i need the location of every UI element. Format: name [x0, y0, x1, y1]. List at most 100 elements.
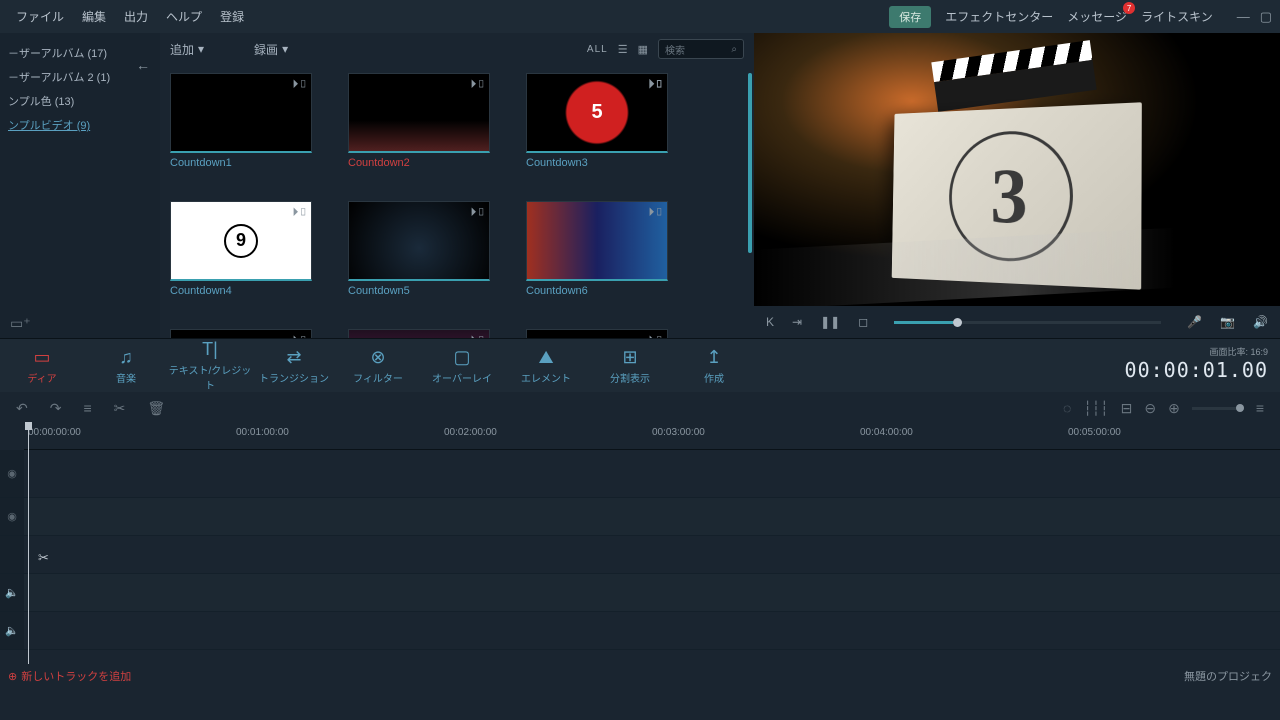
mixer-icon[interactable]: ┆┆┆	[1083, 400, 1108, 417]
stop-icon[interactable]: ◻	[858, 315, 868, 329]
media-label: Countdown2	[348, 157, 522, 169]
delete-icon[interactable]: 🗑	[147, 400, 165, 417]
sidebar-item-samplecolor[interactable]: ンプル色 (13)	[0, 89, 160, 113]
tab-overlay[interactable]: ▢オーバーレイ	[420, 347, 504, 385]
media-label: Countdown5	[348, 285, 522, 297]
scrollbar[interactable]	[748, 73, 752, 253]
sidebar-item-samplevideo[interactable]: ンプルビデオ (9)	[0, 113, 160, 137]
progress-bar[interactable]	[894, 321, 1161, 324]
settings-icon[interactable]: ≡	[1256, 400, 1264, 416]
list-icon[interactable]: ≡	[83, 400, 91, 416]
element-icon: ⛰	[504, 347, 588, 368]
scissors-icon[interactable]: ✂	[38, 550, 1280, 566]
video-icon: ⏵▯	[470, 77, 486, 92]
pause-icon[interactable]: ❚❚	[820, 315, 840, 329]
message-link[interactable]: メッセージ 7	[1067, 8, 1127, 25]
menu-output[interactable]: 出力	[124, 8, 148, 25]
menu-help[interactable]: ヘルプ	[166, 8, 202, 25]
render-icon[interactable]: ◌	[1063, 400, 1071, 416]
transition-icon: ⇄	[252, 347, 336, 368]
export-icon: ↥	[672, 347, 756, 368]
filter-icon: ⊗	[336, 347, 420, 368]
video-icon: ⏵▯	[292, 77, 308, 92]
add-media-button[interactable]: 追加 ▾	[170, 41, 204, 58]
tab-text[interactable]: T|テキスト/クレジット	[168, 339, 252, 392]
zoom-in-icon[interactable]: ⊕	[1168, 400, 1180, 417]
media-item[interactable]: ⏵▯ Countdown1	[170, 73, 344, 169]
media-item[interactable]: ⏵▯	[348, 329, 522, 338]
media-item[interactable]: 9⏵▯ Countdown4	[170, 201, 344, 297]
media-item[interactable]: ⏵▯ Countdown5	[348, 201, 522, 297]
media-item[interactable]: ⏵▯	[170, 329, 344, 338]
marker-icon[interactable]: ⊟	[1121, 400, 1133, 417]
playhead[interactable]	[28, 424, 29, 664]
media-item[interactable]: ⏵▯	[526, 329, 700, 338]
audio-track-2[interactable]: 🔈	[0, 612, 1280, 650]
mic-icon[interactable]: 🎤	[1187, 315, 1202, 329]
tab-split[interactable]: ⊞分割表示	[588, 347, 672, 385]
ruler-tick: 00:03:00:00	[652, 427, 705, 438]
list-view-icon[interactable]: ☰	[618, 43, 628, 56]
record-button[interactable]: 録画 ▾	[254, 41, 288, 58]
tab-element[interactable]: ⛰エレメント	[504, 347, 588, 385]
preview-viewport[interactable]: 3	[754, 33, 1280, 306]
video-icon: ⏵▯	[648, 77, 664, 92]
effect-center-link[interactable]: エフェクトセンター	[945, 8, 1053, 25]
snapshot-icon[interactable]: 📷	[1220, 315, 1235, 329]
media-label: Countdown4	[170, 285, 344, 297]
new-folder-icon[interactable]: ▭⁺	[10, 315, 31, 332]
clapper-graphic	[931, 40, 1096, 112]
grid-view-icon[interactable]: ▦	[638, 43, 648, 56]
eye-icon[interactable]: ◉	[7, 467, 17, 480]
prev-frame-icon[interactable]: K	[766, 315, 774, 329]
tab-filter[interactable]: ⊗フィルター	[336, 347, 420, 385]
zoom-out-icon[interactable]: ⊖	[1144, 400, 1156, 417]
media-panel: 追加 ▾ 録画 ▾ ALL ☰ ▦ 検索 ⌕ ⏵▯ Countdown1 ⏵▯ …	[160, 33, 754, 338]
maximize-icon[interactable]: ▢	[1260, 9, 1272, 25]
cut-icon[interactable]: ✂	[114, 400, 126, 417]
media-label: Countdown3	[526, 157, 700, 169]
chevron-down-icon: ▾	[282, 42, 288, 56]
audio-track-1[interactable]: 🔈	[0, 574, 1280, 612]
tab-create[interactable]: ↥作成	[672, 347, 756, 385]
volume-icon[interactable]: 🔊	[1253, 315, 1268, 329]
timeline-toolbar: ↶ ↷ ≡ ✂ 🗑 ◌ ┆┆┆ ⊟ ⊖ ⊕ ≡	[0, 392, 1280, 424]
video-icon: ⏵▯	[648, 205, 664, 220]
album-sidebar: －ザーアルバム (17) －ザーアルバム 2 (1) ンプル色 (13) ンプル…	[0, 33, 160, 338]
search-placeholder: 検索	[665, 42, 685, 57]
split-icon: ⊞	[588, 347, 672, 368]
next-frame-icon[interactable]: ⇥	[792, 315, 802, 329]
speaker-icon[interactable]: 🔈	[5, 624, 19, 637]
top-menu-bar: ファイル 編集 出力 ヘルプ 登録 保存 エフェクトセンター メッセージ 7 ラ…	[0, 0, 1280, 33]
menu-edit[interactable]: 編集	[82, 8, 106, 25]
filter-all-label[interactable]: ALL	[587, 44, 608, 55]
speaker-icon[interactable]: 🔈	[5, 586, 19, 599]
tab-music[interactable]: ♫音楽	[84, 347, 168, 385]
minimize-icon[interactable]: —	[1237, 9, 1250, 25]
text-icon: T|	[168, 339, 252, 360]
chevron-down-icon: ▾	[198, 42, 204, 56]
undo-icon[interactable]: ↶	[16, 400, 28, 417]
redo-icon[interactable]: ↷	[50, 400, 62, 417]
light-skin-toggle[interactable]: ライトスキン	[1141, 8, 1213, 25]
edit-track[interactable]: ✂	[0, 536, 1280, 574]
media-item[interactable]: ⏵▯ Countdown6	[526, 201, 700, 297]
video-track-2[interactable]: ◉	[0, 498, 1280, 536]
menu-register[interactable]: 登録	[220, 8, 244, 25]
save-button[interactable]: 保存	[889, 6, 931, 28]
add-track-button[interactable]: ⊕新しいトラックを追加	[8, 668, 131, 684]
timeline-ruler[interactable]: 00:00:00:00 00:01:00:00 00:02:00:00 00:0…	[24, 424, 1280, 450]
media-item[interactable]: ⏵▯ Countdown2	[348, 73, 522, 169]
menu-file[interactable]: ファイル	[16, 8, 64, 25]
music-icon: ♫	[84, 347, 168, 368]
search-input[interactable]: 検索 ⌕	[658, 39, 744, 59]
video-track-1[interactable]: ◉	[0, 450, 1280, 498]
media-label: Countdown1	[170, 157, 344, 169]
back-arrow-icon[interactable]: ←	[136, 57, 150, 73]
message-label: メッセージ	[1067, 10, 1127, 24]
tab-media[interactable]: ▭ディア	[0, 347, 84, 385]
zoom-slider[interactable]	[1192, 407, 1244, 410]
tab-transition[interactable]: ⇄トランジション	[252, 347, 336, 385]
media-item[interactable]: 5⏵▯ Countdown3	[526, 73, 700, 169]
eye-icon[interactable]: ◉	[7, 510, 17, 523]
